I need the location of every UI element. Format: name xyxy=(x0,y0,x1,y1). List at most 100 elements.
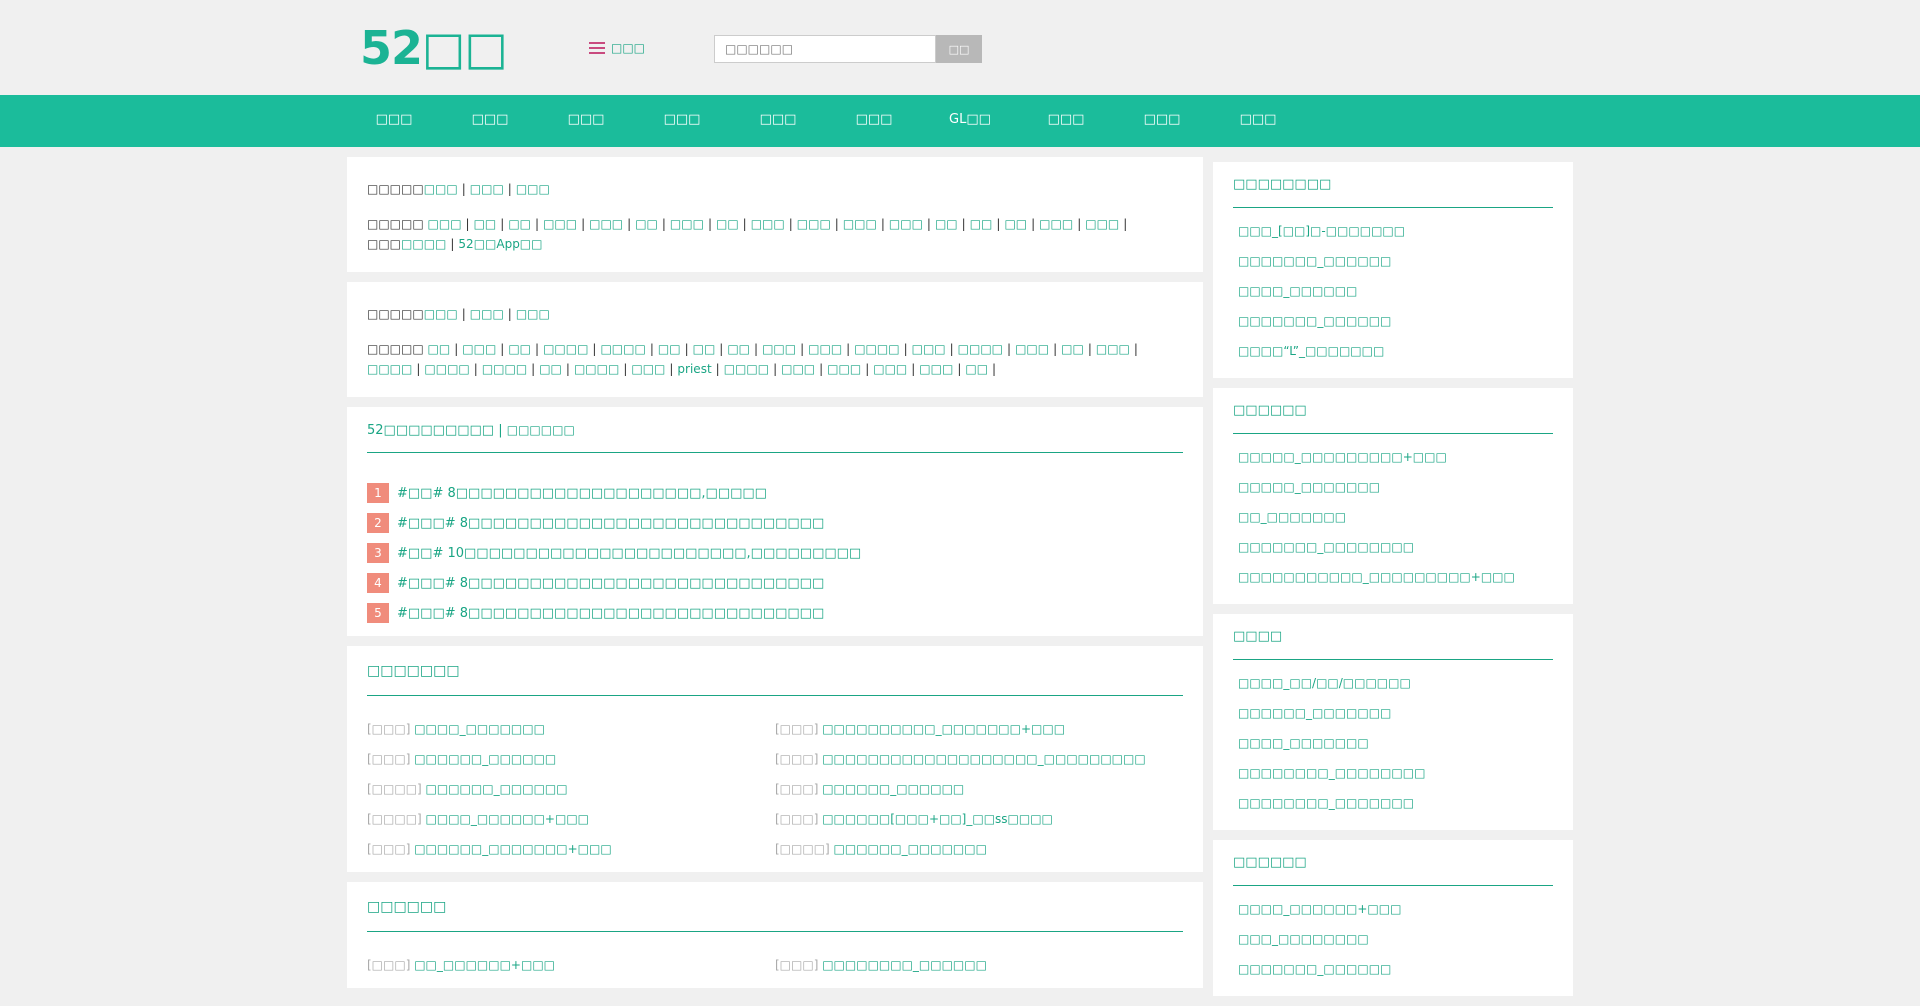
sidebar-link[interactable]: □□□□□□□□_□□□□□□□□ xyxy=(1238,766,1425,780)
tag-link[interactable]: □□□ xyxy=(428,217,462,231)
ranking-item[interactable]: 1 #□□# 8□□□□□□□□□□□□□□□□□□□□,□□□□□ xyxy=(367,478,1183,508)
site-logo[interactable]: 52□□ xyxy=(360,20,508,76)
tag-link[interactable]: □□□ xyxy=(462,342,496,356)
tag-link[interactable]: □□□ xyxy=(873,362,907,376)
nav-item[interactable]: □□□ xyxy=(826,95,922,147)
tag-link[interactable]: □□ xyxy=(693,342,716,356)
tag-link[interactable]: □□□□ xyxy=(482,362,527,376)
sidebar-link[interactable]: □□□□□□□_□□□□□□ xyxy=(1238,962,1391,976)
tag-link[interactable]: □□□□ xyxy=(600,342,645,356)
ranking-item[interactable]: 2 #□□□# 8□□□□□□□□□□□□□□□□□□□□□□□□□□□□□ xyxy=(367,508,1183,538)
tag-link[interactable]: □□ xyxy=(508,217,531,231)
ranking-link[interactable]: #□□# 10□□□□□□□□□□□□□□□□□□□□□□□,□□□□□□□□□ xyxy=(397,546,861,561)
item-link[interactable]: □□□□□□□□_□□□□□□ xyxy=(822,958,987,972)
tag-link[interactable]: □□□ xyxy=(631,362,665,376)
tag-link[interactable]: □□ xyxy=(727,342,750,356)
item-category[interactable]: [□□□□] xyxy=(775,842,830,856)
tag-link[interactable]: □□ xyxy=(970,217,993,231)
tag-link[interactable]: □□□ xyxy=(1039,217,1073,231)
tag-link[interactable]: □□□ xyxy=(781,362,815,376)
tag-link[interactable]: □□ xyxy=(539,362,562,376)
tag-link[interactable]: □□ xyxy=(1004,217,1027,231)
item-link[interactable]: □□□□□□_□□□□□□ xyxy=(426,782,568,796)
tag-link[interactable]: □□□ xyxy=(516,182,550,196)
item-category[interactable]: [□□□□] xyxy=(367,782,422,796)
nav-item[interactable]: □□□ xyxy=(1210,95,1306,147)
ranking-item[interactable]: 3 #□□# 10□□□□□□□□□□□□□□□□□□□□□□□,□□□□□□□□… xyxy=(367,538,1183,568)
nav-item[interactable]: □□□ xyxy=(634,95,730,147)
sidebar-link[interactable]: □□□□□□□_□□□□□□ xyxy=(1238,254,1391,268)
tag-link[interactable]: □□□ xyxy=(762,342,796,356)
tag-link[interactable]: □□□□ xyxy=(958,342,1003,356)
search-button[interactable]: □□ xyxy=(936,35,982,63)
tag-link[interactable]: □□□ xyxy=(919,362,953,376)
item-category[interactable]: [□□□] xyxy=(775,722,818,736)
tag-link[interactable]: □□□ xyxy=(912,342,946,356)
item-category[interactable]: [□□□] xyxy=(367,752,410,766)
tag-link[interactable]: □□□ xyxy=(543,217,577,231)
sidebar-link[interactable]: □□□□□□_□□□□□□□ xyxy=(1238,706,1391,720)
ranking-link[interactable]: #□□# 8□□□□□□□□□□□□□□□□□□□□,□□□□□ xyxy=(397,486,767,501)
sidebar-link[interactable]: □□□□□□□□□□□_□□□□□□□□□+□□□ xyxy=(1238,570,1515,584)
tag-link[interactable]: □□□ xyxy=(797,217,831,231)
tag-link[interactable]: □□□ xyxy=(424,307,458,321)
sidebar-link[interactable]: □□□□_□□□□□□ xyxy=(1238,284,1357,298)
tag-link[interactable]: □□□ xyxy=(1096,342,1130,356)
tag-link[interactable]: □□ xyxy=(635,217,658,231)
sidebar-link[interactable]: □□□□_□□□□□□□ xyxy=(1238,736,1369,750)
nav-item[interactable]: □□□ xyxy=(346,95,442,147)
sidebar-link[interactable]: □□□□□_□□□□□□□□□+□□□ xyxy=(1238,450,1447,464)
sidebar-link[interactable]: □□□□“L”_□□□□□□□ xyxy=(1238,344,1384,358)
nav-item[interactable]: □□□ xyxy=(1114,95,1210,147)
tag-link[interactable]: □□□ xyxy=(470,307,504,321)
sidebar-link[interactable]: □□_□□□□□□□ xyxy=(1238,510,1346,524)
item-link[interactable]: □□□□□□_□□□□□□□ xyxy=(834,842,987,856)
tag-link[interactable]: □□ xyxy=(658,342,681,356)
item-category[interactable]: [□□□] xyxy=(775,812,818,826)
tag-link[interactable]: □□□ xyxy=(424,182,458,196)
ranking-item[interactable]: 5 #□□□# 8□□□□□□□□□□□□□□□□□□□□□□□□□□□□□ xyxy=(367,598,1183,628)
tag-link[interactable]: □□□□ xyxy=(724,362,769,376)
tag-link[interactable]: □□□ xyxy=(751,217,785,231)
tag-link[interactable]: □□□ xyxy=(470,182,504,196)
tag-link[interactable]: □□□□ xyxy=(543,342,588,356)
nav-item[interactable]: □□□ xyxy=(1018,95,1114,147)
tag-link[interactable]: □□□□ xyxy=(424,362,469,376)
tag-link[interactable]: □□□ xyxy=(589,217,623,231)
item-link[interactable]: □□□□□□□□□□□□□□□□□□□_□□□□□□□□□ xyxy=(822,752,1145,766)
nav-item[interactable]: □□□ xyxy=(442,95,538,147)
ranking-link[interactable]: #□□□# 8□□□□□□□□□□□□□□□□□□□□□□□□□□□□□ xyxy=(397,576,824,591)
item-link[interactable]: □□□□_□□□□□□+□□□ xyxy=(426,812,589,826)
sidebar-link[interactable]: □□□_□□□□□□□□ xyxy=(1238,932,1369,946)
tag-link[interactable]: □□□□ xyxy=(574,362,619,376)
tag-link[interactable]: □□□ xyxy=(827,362,861,376)
item-category[interactable]: [□□□] xyxy=(775,782,818,796)
tag-link[interactable]: □□□ xyxy=(1015,342,1049,356)
tag-link[interactable]: □□ xyxy=(474,217,497,231)
sidebar-link[interactable]: □□□□□□□_□□□□□□□□ xyxy=(1238,540,1414,554)
tag-link[interactable]: □□□ xyxy=(516,307,550,321)
item-category[interactable]: [□□□] xyxy=(367,722,410,736)
item-link[interactable]: □□□□_□□□□□□□ xyxy=(414,722,545,736)
tag-link[interactable]: □□□□ xyxy=(854,342,899,356)
item-category[interactable]: [□□□] xyxy=(775,752,818,766)
nav-item[interactable]: GL□□ xyxy=(922,95,1018,147)
item-link[interactable]: □□_□□□□□□+□□□ xyxy=(414,958,555,972)
sidebar-link[interactable]: □□□□□_□□□□□□□ xyxy=(1238,480,1380,494)
item-category[interactable]: [□□□□] xyxy=(367,812,422,826)
sidebar-link[interactable]: □□□□□□□□_□□□□□□□ xyxy=(1238,796,1414,810)
search-input[interactable] xyxy=(714,35,936,63)
ranking-item[interactable]: 4 #□□□# 8□□□□□□□□□□□□□□□□□□□□□□□□□□□□□ xyxy=(367,568,1183,598)
nav-item[interactable]: □□□ xyxy=(730,95,826,147)
sidebar-link[interactable]: □□□□_□□□□□□+□□□ xyxy=(1238,902,1401,916)
ranking-link[interactable]: #□□□# 8□□□□□□□□□□□□□□□□□□□□□□□□□□□□□ xyxy=(397,516,824,531)
tag-link[interactable]: □□□ xyxy=(670,217,704,231)
item-link[interactable]: □□□□□□□□□□_□□□□□□□+□□□ xyxy=(822,722,1065,736)
tag-link[interactable]: □□ xyxy=(1061,342,1084,356)
nav-item[interactable]: □□□ xyxy=(538,95,634,147)
tag-link[interactable]: □□ xyxy=(965,362,988,376)
item-link[interactable]: □□□□□□_□□□□□□ xyxy=(414,752,556,766)
tag-link[interactable]: □□ xyxy=(428,342,451,356)
tag-link[interactable]: □□□ xyxy=(843,217,877,231)
ranking-link[interactable]: #□□□# 8□□□□□□□□□□□□□□□□□□□□□□□□□□□□□ xyxy=(397,606,824,621)
